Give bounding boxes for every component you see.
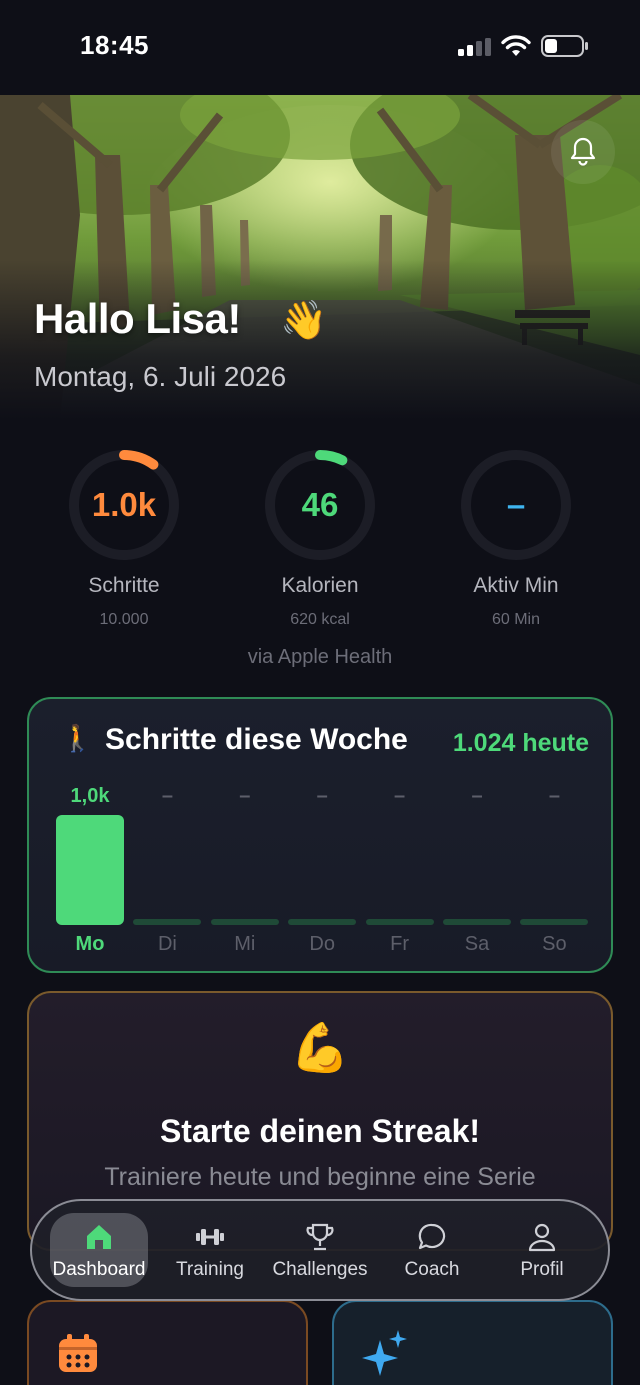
tab-profil[interactable]: Profil — [494, 1201, 590, 1299]
bar-day-label: Fr — [390, 933, 410, 955]
hero-banner: Hallo Lisa! 👋 Montag, 6. Juli 2026 — [0, 95, 640, 420]
person-icon — [528, 1223, 556, 1252]
weekly-steps-card[interactable]: 🚶 Schritte diese Woche 1.024 heute 1,0k M… — [27, 697, 613, 973]
tab-training[interactable]: Training — [158, 1201, 262, 1299]
home-icon — [87, 1225, 111, 1249]
bar-value-label: – — [471, 785, 483, 807]
ai-sparkles-card[interactable] — [332, 1300, 613, 1385]
cellular-signal-icon — [458, 38, 491, 56]
greeting-title: Hallo Lisa! — [34, 295, 241, 342]
tab-label: Dashboard — [52, 1259, 146, 1280]
bar-day-label: Mo — [75, 933, 105, 955]
wifi-icon — [501, 35, 531, 56]
bar-value-label: – — [394, 785, 406, 807]
tab-coach[interactable]: Coach — [382, 1201, 482, 1299]
tab-label: Coach — [404, 1259, 460, 1280]
tab-label: Profil — [520, 1259, 564, 1280]
streak-title: Starte deinen Streak! — [159, 1113, 481, 1149]
wave-emoji: 👋 — [280, 300, 328, 342]
ring-value: 1.0k — [91, 486, 157, 523]
bar-mo — [56, 815, 124, 925]
chat-bubble-icon — [418, 1223, 446, 1250]
ring-value: 46 — [301, 486, 339, 523]
ring-goal: 10.000 — [99, 611, 149, 628]
bar-so — [520, 919, 589, 925]
sparkles-icon — [362, 1330, 407, 1376]
battery-icon — [541, 35, 588, 57]
tab-challenges[interactable]: Challenges — [264, 1201, 376, 1299]
bar-day-label: Do — [309, 933, 335, 955]
ring-value: – — [506, 486, 526, 523]
bar-mi — [210, 919, 279, 925]
bar-value-label: – — [548, 785, 560, 807]
ring-goal: 60 Min — [491, 611, 541, 628]
bar-value-label: 1,0k — [70, 785, 110, 807]
tab-dashboard[interactable]: Dashboard — [40, 1201, 158, 1299]
status-bar: 18:45 — [0, 0, 640, 95]
bar-di — [133, 919, 202, 925]
calendar-icon — [59, 1334, 97, 1372]
bar-do — [288, 919, 357, 925]
tab-label: Challenges — [272, 1259, 368, 1280]
trophy-icon — [306, 1223, 334, 1251]
walking-icon: 🚶 — [61, 723, 94, 753]
bar-day-label: So — [542, 933, 567, 955]
status-time: 18:45 — [80, 30, 149, 60]
ring-label: Schritte — [88, 574, 160, 597]
bar-fr — [365, 919, 434, 925]
bar-day-label: Mi — [234, 933, 256, 955]
bar-day-label: Sa — [464, 933, 490, 955]
dumbbell-icon — [196, 1229, 224, 1245]
ring-label: Kalorien — [281, 574, 359, 597]
bar-value-label: – — [239, 785, 251, 807]
bar-value-label: – — [161, 785, 173, 807]
steps-today-count: 1.024 heute — [452, 729, 589, 757]
bottom-tab-bar: Dashboard Training Challenges Coach Prof… — [30, 1199, 610, 1301]
ring-goal: 620 kcal — [290, 611, 350, 628]
current-date: Montag, 6. Juli 2026 — [34, 361, 287, 392]
flexed-biceps-icon: 💪 — [290, 1022, 350, 1075]
calendar-card[interactable] — [27, 1300, 308, 1385]
bar-day-label: Di — [157, 933, 177, 955]
notifications-button[interactable] — [551, 120, 615, 184]
streak-subtitle: Trainiere heute und beginne eine Serie — [104, 1163, 536, 1191]
weekly-steps-title: Schritte diese Woche — [105, 723, 408, 756]
bar-value-label: – — [316, 785, 328, 807]
ring-label: Aktiv Min — [473, 574, 559, 597]
bell-icon — [570, 137, 596, 166]
data-source-label: via Apple Health — [247, 646, 393, 668]
bar-sa — [443, 919, 511, 925]
tab-label: Training — [176, 1259, 244, 1280]
